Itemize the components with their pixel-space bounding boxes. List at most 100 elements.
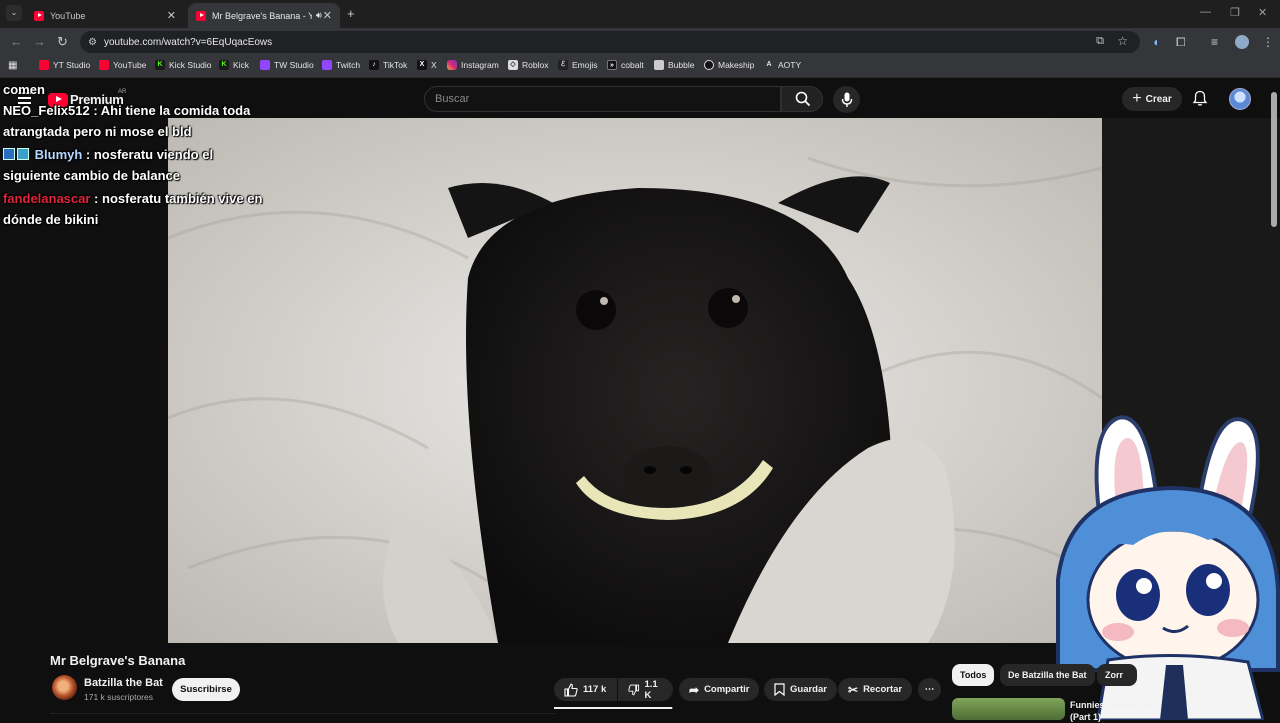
tiktok-icon: ♪ (369, 60, 379, 70)
microphone-icon (841, 92, 853, 107)
like-count: 117 k (583, 684, 607, 695)
voice-search-button[interactable] (833, 86, 860, 113)
tab-video[interactable]: Mr Belgrave's Banana - You 🔊︎ ✕ (188, 3, 340, 28)
bookmark-label: Kick Studio (169, 60, 212, 70)
extensions-puzzle-icon[interactable]: ⧠ (1176, 35, 1186, 50)
extension-icon[interactable]: ◖ (1152, 35, 1159, 49)
video-player[interactable] (168, 118, 1102, 643)
reload-icon[interactable]: ↻ (57, 34, 68, 50)
restore-icon[interactable]: ❐ (1230, 6, 1240, 19)
scrollbar-thumb[interactable] (1271, 92, 1277, 227)
chat-header: comen (3, 82, 45, 97)
chat-username: NEO_Felix512 (3, 103, 90, 118)
search-input[interactable]: Buscar (424, 86, 781, 112)
bookmark-emojis[interactable]: ℰ Emojis (558, 60, 598, 70)
bookmark-cobalt[interactable]: » cobalt (607, 60, 644, 70)
bookmark-label: cobalt (621, 60, 644, 70)
chat-message: fandelanascar : nosferatu también vive e… (3, 191, 263, 227)
address-toolbar: ← → ↻ ⚙︎ youtube.com/watch?v=6EqUqacEows… (0, 28, 1280, 56)
apps-grid-icon[interactable]: ▦ (8, 60, 17, 71)
tab-youtube[interactable]: YouTube ✕ (26, 3, 184, 28)
close-tab-icon[interactable]: ✕ (167, 9, 176, 22)
chip-all[interactable]: Todos (952, 664, 995, 686)
bookmark-label: Kick (233, 60, 250, 70)
site-info-icon[interactable]: ⚙︎ (88, 37, 97, 48)
x-icon: X (417, 60, 427, 70)
youtube-favicon-icon (196, 10, 206, 21)
bubble-icon (654, 60, 664, 70)
bookmark-makeship[interactable]: Makeship (704, 60, 754, 70)
bookmark-roblox[interactable]: ◇ Roblox (508, 60, 548, 70)
bookmark-yt-studio[interactable]: YT Studio (39, 60, 90, 70)
bookmark-x[interactable]: XX (417, 60, 437, 70)
search-button[interactable] (781, 86, 823, 112)
makeship-icon (704, 60, 714, 70)
bookmark-tw-studio[interactable]: TW Studio (260, 60, 314, 70)
menu-kebab-icon[interactable]: ⋮ (1262, 35, 1274, 49)
recommendation-subtitle-text: (Part 1) (1070, 712, 1102, 722)
notifications-bell-icon[interactable] (1192, 90, 1208, 107)
account-avatar[interactable] (1229, 88, 1251, 110)
bookmark-instagram[interactable]: Instagram (447, 60, 499, 70)
divider (50, 713, 555, 714)
recommendation-thumbnail[interactable] (952, 698, 1065, 720)
youtube-icon (39, 60, 49, 70)
bookmark-icon (774, 683, 785, 696)
clip-label: Recortar (863, 684, 903, 695)
bookmark-twitch[interactable]: Twitch (322, 60, 360, 70)
audio-playing-icon[interactable]: 🔊︎ (316, 10, 322, 21)
back-arrow-icon[interactable]: ← (10, 34, 23, 49)
channel-name[interactable]: Batzilla the Bat (84, 677, 163, 689)
url-bar[interactable]: ⚙︎ youtube.com/watch?v=6EqUqacEows ⧉ ☆ (80, 31, 1140, 53)
close-window-icon[interactable]: ✕ (1258, 6, 1267, 19)
youtube-icon (99, 60, 109, 70)
share-label: Compartir (704, 684, 750, 695)
bookmark-tiktok[interactable]: ♪ TikTok (369, 60, 407, 70)
bookmark-label: Bubble (668, 60, 695, 70)
bookmark-label: TW Studio (274, 60, 314, 70)
chat-badge-icon (17, 148, 29, 160)
more-actions-button[interactable]: ⋯ (918, 678, 941, 701)
thumbs-down-icon (628, 684, 640, 695)
plus-icon: + (1132, 90, 1142, 107)
bookmark-bubble[interactable]: Bubble (654, 60, 694, 70)
subscribe-button[interactable]: Suscribirse (172, 678, 240, 701)
dislike-count: 1.1 K (644, 678, 658, 701)
dislike-button[interactable]: 1.1 K (618, 678, 673, 701)
roblox-icon: ◇ (508, 60, 518, 70)
channel-avatar[interactable] (52, 675, 77, 700)
like-ratio-bar (554, 707, 673, 709)
chip-more[interactable]: Zorr (1097, 664, 1137, 686)
reading-list-icon[interactable]: ≡ (1211, 35, 1218, 49)
twitch-icon (260, 60, 270, 70)
kick-icon: K (219, 60, 229, 70)
thumbs-up-icon (564, 683, 578, 697)
bookmark-aoty[interactable]: A AOTY (764, 60, 801, 70)
share-arrow-icon: ➦ (689, 682, 700, 697)
recommendation-title-text: Funniest Animal Vic (1070, 700, 1156, 710)
youtube-favicon-icon (34, 10, 44, 21)
new-tab-button[interactable]: + (347, 6, 355, 21)
recommendation-title[interactable]: Funniest Animal Vic (Part 1) (1070, 699, 1156, 723)
create-button[interactable]: + Crear (1122, 87, 1182, 111)
bookmark-label: Emojis (572, 60, 598, 70)
bookmark-kick-studio[interactable]: K Kick Studio (155, 60, 212, 70)
bookmark-label: Instagram (461, 60, 499, 70)
chip-from-channel[interactable]: De Batzilla the Bat (1000, 664, 1095, 686)
like-button[interactable]: 117 k (554, 678, 617, 701)
profile-avatar[interactable] (1235, 35, 1249, 49)
tab-title: Mr Belgrave's Banana - You (212, 10, 312, 21)
bookmark-star-icon[interactable]: ☆ (1117, 34, 1128, 48)
clip-button[interactable]: ✂ Recortar (838, 678, 913, 701)
bookmark-youtube[interactable]: YouTube (99, 60, 146, 70)
bookmark-kick[interactable]: K Kick (219, 60, 249, 70)
forward-arrow-icon[interactable]: → (33, 34, 46, 49)
minimize-icon[interactable]: — (1200, 6, 1211, 18)
like-ratio-fill (554, 707, 672, 709)
save-button[interactable]: Guardar (764, 678, 837, 701)
tab-search-button[interactable]: ⌄ (6, 5, 22, 21)
close-tab-icon[interactable]: ✕ (323, 9, 332, 22)
cast-icon[interactable]: ⧉ (1096, 35, 1104, 48)
search-icon (795, 91, 811, 107)
share-button[interactable]: ➦ Compartir (679, 678, 760, 701)
